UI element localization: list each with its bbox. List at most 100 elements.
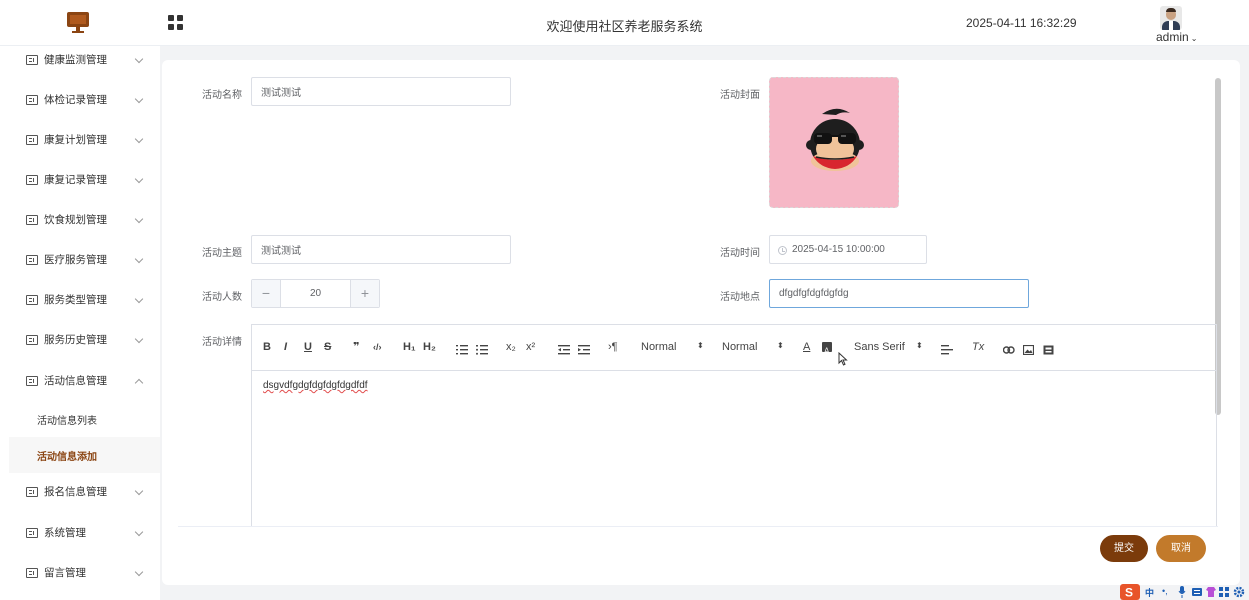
- chevron-down-icon: [134, 254, 144, 264]
- text-direction-button[interactable]: ›¶: [608, 340, 618, 354]
- sidebar-subitem-activity-list[interactable]: 活动信息列表: [9, 401, 160, 437]
- activity-theme-label: 活动主题: [202, 248, 242, 259]
- outdent-icon[interactable]: [558, 342, 570, 355]
- sidebar-item-label: 留言管理: [44, 567, 86, 579]
- activity-count-stepper[interactable]: − 20 +: [251, 279, 380, 308]
- bold-button[interactable]: B: [263, 340, 271, 354]
- settings-gear-icon[interactable]: [1233, 586, 1245, 598]
- submit-button[interactable]: 提交: [1100, 535, 1148, 562]
- sidebar-item-rehab-plans[interactable]: 康复计划管理: [0, 120, 160, 160]
- sidebar-item-label: 报名信息管理: [44, 486, 107, 498]
- underline-button[interactable]: U: [304, 340, 312, 354]
- link-icon[interactable]: [1002, 342, 1015, 354]
- keyboard-icon[interactable]: [1192, 587, 1202, 597]
- sidebar-item-label: 康复计划管理: [44, 134, 107, 146]
- header2-button[interactable]: H₂: [423, 340, 436, 354]
- chevron-down-icon: [134, 567, 144, 577]
- svg-text:S: S: [1125, 586, 1133, 600]
- sidebar-item-medical-services[interactable]: 医疗服务管理: [0, 240, 160, 280]
- code-block-button[interactable]: ‹/›: [373, 340, 382, 354]
- user-avatar[interactable]: [1160, 6, 1182, 30]
- chevron-down-icon: [134, 214, 144, 224]
- monkey-face-image: [806, 108, 864, 171]
- skin-shirt-icon[interactable]: [1206, 586, 1216, 598]
- header-select-value: Normal: [722, 341, 758, 353]
- activity-name-input[interactable]: [251, 77, 511, 106]
- editor-content[interactable]: dsgvdfgdgfdgfdgfdgdfdf: [263, 380, 368, 391]
- subscript-button[interactable]: x₂: [506, 340, 516, 354]
- menu-toggle-grid-icon[interactable]: [168, 15, 183, 30]
- sidebar-item-checkup-records[interactable]: 体检记录管理: [0, 80, 160, 120]
- microphone-icon[interactable]: [1178, 586, 1186, 598]
- sidebar-item-label: 系统管理: [44, 527, 86, 539]
- ordered-list-icon[interactable]: [456, 342, 468, 355]
- activity-place-input[interactable]: [769, 279, 1029, 308]
- select-arrows-icon: ⬍: [697, 341, 704, 350]
- rich-text-editor: B I U S ❞ ‹/› H₁ H₂ x₂ x² ›¶ Normal ⬍ No…: [251, 324, 1217, 526]
- sidebar-item-activity-info[interactable]: 活动信息管理: [0, 361, 160, 401]
- sidebar-item-service-history[interactable]: 服务历史管理: [0, 320, 160, 360]
- sidebar-item-rehab-records[interactable]: 康复记录管理: [0, 160, 160, 200]
- menu-icon: [26, 335, 38, 345]
- activity-cover-label: 活动封面: [720, 90, 760, 101]
- italic-button[interactable]: I: [284, 340, 287, 354]
- sidebar-item-label: 医疗服务管理: [44, 254, 107, 266]
- select-arrows-icon: ⬍: [916, 341, 923, 350]
- align-icon[interactable]: [941, 342, 953, 355]
- form-divider: [178, 526, 1218, 527]
- ime-punctuation[interactable]: •,: [1162, 586, 1168, 596]
- activity-cover-upload[interactable]: [769, 77, 899, 208]
- menu-icon: [26, 376, 38, 386]
- current-datetime: 2025-04-11 16:32:29: [966, 16, 1077, 30]
- activity-count-value[interactable]: 20: [281, 288, 350, 299]
- increment-button[interactable]: +: [350, 280, 379, 307]
- sidebar-subitem-activity-add[interactable]: 活动信息添加: [9, 437, 160, 473]
- sidebar-item-diet-plans[interactable]: 饮食规划管理: [0, 200, 160, 240]
- ime-toolbar[interactable]: S 中 •,: [1120, 584, 1249, 600]
- svg-text:A: A: [824, 347, 830, 356]
- editor-toolbar: B I U S ❞ ‹/› H₁ H₂ x₂ x² ›¶ Normal ⬍ No…: [252, 325, 1216, 371]
- menu-icon: [26, 215, 38, 225]
- bullet-list-icon[interactable]: [476, 342, 488, 355]
- sidebar-item-label: 活动信息管理: [44, 375, 107, 387]
- sidebar-item-label: 康复记录管理: [44, 174, 107, 186]
- chevron-down-icon: [134, 54, 144, 64]
- sidebar-subitem-label: 活动信息添加: [37, 452, 97, 463]
- sidebar-item-service-types[interactable]: 服务类型管理: [0, 280, 160, 320]
- font-family-select[interactable]: Sans Serif ⬍: [854, 341, 923, 353]
- activity-time-label: 活动时间: [720, 248, 760, 259]
- indent-icon[interactable]: [578, 342, 590, 355]
- ime-chinese-mode[interactable]: 中: [1145, 586, 1154, 599]
- text-color-button[interactable]: A: [803, 340, 810, 354]
- header1-button[interactable]: H₁: [403, 340, 416, 354]
- chevron-down-icon: [134, 294, 144, 304]
- superscript-button[interactable]: x²: [526, 340, 535, 354]
- menu-icon: [26, 255, 38, 265]
- activity-detail-label: 活动详情: [202, 337, 242, 348]
- cancel-button[interactable]: 取消: [1156, 535, 1206, 562]
- sidebar-item-health-monitoring[interactable]: 健康监测管理: [0, 46, 160, 80]
- sogou-ime-icon: S: [1120, 584, 1140, 600]
- sidebar-item-registration-info[interactable]: 报名信息管理: [0, 472, 160, 512]
- chevron-down-icon: [134, 134, 144, 144]
- activity-theme-input[interactable]: [251, 235, 511, 264]
- strike-button[interactable]: S: [324, 340, 331, 354]
- activity-time-picker[interactable]: 2025-04-15 10:00:00: [769, 235, 927, 264]
- decrement-button[interactable]: −: [252, 280, 281, 307]
- sidebar-item-system[interactable]: 系统管理: [0, 513, 160, 553]
- chevron-down-icon: [134, 527, 144, 537]
- sidebar-item-messages[interactable]: 留言管理: [0, 553, 160, 593]
- background-color-icon[interactable]: A: [822, 342, 832, 356]
- toolbox-grid-icon[interactable]: [1219, 587, 1229, 597]
- clean-format-button[interactable]: Tx: [972, 340, 984, 354]
- video-icon[interactable]: [1043, 342, 1054, 355]
- image-icon[interactable]: [1022, 342, 1035, 356]
- header-select[interactable]: Normal ⬍: [722, 341, 784, 353]
- chevron-down-icon: ⌄: [1190, 34, 1198, 43]
- user-menu[interactable]: admin ⌄: [1156, 30, 1197, 44]
- menu-icon: [26, 95, 38, 105]
- menu-icon: [26, 135, 38, 145]
- font-size-select[interactable]: Normal ⬍: [641, 341, 704, 353]
- menu-icon: [26, 55, 38, 65]
- blockquote-button[interactable]: ❞: [353, 340, 359, 354]
